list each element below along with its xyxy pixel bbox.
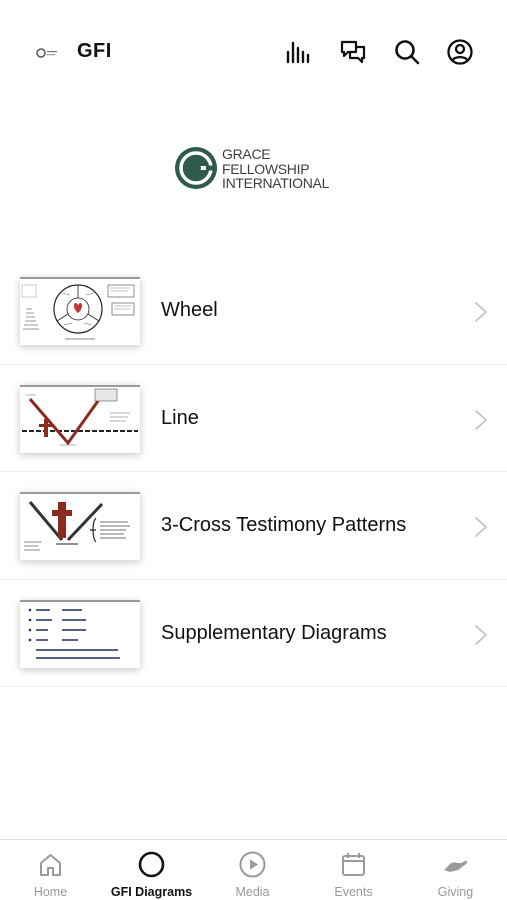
app-logo xyxy=(36,46,58,58)
list-item-label: Line xyxy=(161,406,199,429)
app-header: GFI xyxy=(0,0,507,100)
list-item-3-cross[interactable]: 3-Cross Testimony Patterns xyxy=(0,472,507,580)
diagram-list: Wheel Line 3-Cross Testimony Patterns Su… xyxy=(0,257,507,687)
profile-icon[interactable] xyxy=(446,38,474,66)
brand-line-1: GRACE xyxy=(222,146,271,162)
bottom-tab-bar: Home GFI Diagrams Media Events Giving xyxy=(0,839,507,900)
hand-icon xyxy=(441,850,470,879)
list-item-label: Wheel xyxy=(161,299,218,321)
chevron-right-icon xyxy=(474,516,488,538)
brand-line-2: FELLOWSHIP xyxy=(222,160,310,177)
chevron-right-icon xyxy=(474,301,488,323)
calendar-icon xyxy=(339,850,368,879)
list-item-label: 3-Cross Testimony Patterns xyxy=(161,514,407,536)
home-icon xyxy=(36,850,65,879)
3-cross-thumbnail xyxy=(20,492,140,560)
brand-wordmark: GRACE FELLOWSHIP INTERNATIONAL xyxy=(222,147,329,191)
list-item-label: Supplementary Diagrams xyxy=(161,621,387,644)
line-thumbnail xyxy=(20,384,140,453)
tab-gfi-diagrams[interactable]: GFI Diagrams xyxy=(101,840,202,900)
chevron-right-icon xyxy=(474,409,488,431)
chat-icon[interactable] xyxy=(339,38,367,66)
search-icon[interactable] xyxy=(393,38,421,66)
app-title: GFI xyxy=(77,40,112,62)
list-item-line[interactable]: Line xyxy=(0,365,507,472)
gfi-logo-mark-icon xyxy=(174,146,218,190)
tab-label: Events xyxy=(334,885,373,899)
list-item-supplementary[interactable]: Supplementary Diagrams xyxy=(0,580,507,687)
chevron-right-icon xyxy=(474,624,488,646)
circle-icon xyxy=(137,850,166,879)
gfi-brand-logo: GRACE FELLOWSHIP INTERNATIONAL xyxy=(174,143,344,195)
tab-giving[interactable]: Giving xyxy=(405,840,506,900)
tab-events[interactable]: Events xyxy=(303,840,404,900)
supplementary-thumbnail xyxy=(20,599,140,668)
wheel-thumbnail xyxy=(20,277,140,345)
tab-home[interactable]: Home xyxy=(0,840,101,900)
tab-label: Home xyxy=(33,885,68,899)
play-icon xyxy=(238,850,267,879)
tab-media[interactable]: Media xyxy=(202,840,303,900)
brand-line-3: INTERNATIONAL xyxy=(222,175,330,191)
tab-label: Giving xyxy=(437,885,474,899)
tab-label: GFI Diagrams xyxy=(110,885,193,899)
list-item-wheel[interactable]: Wheel xyxy=(0,257,507,365)
tab-label: Media xyxy=(235,885,270,899)
bars-icon[interactable] xyxy=(285,38,313,66)
